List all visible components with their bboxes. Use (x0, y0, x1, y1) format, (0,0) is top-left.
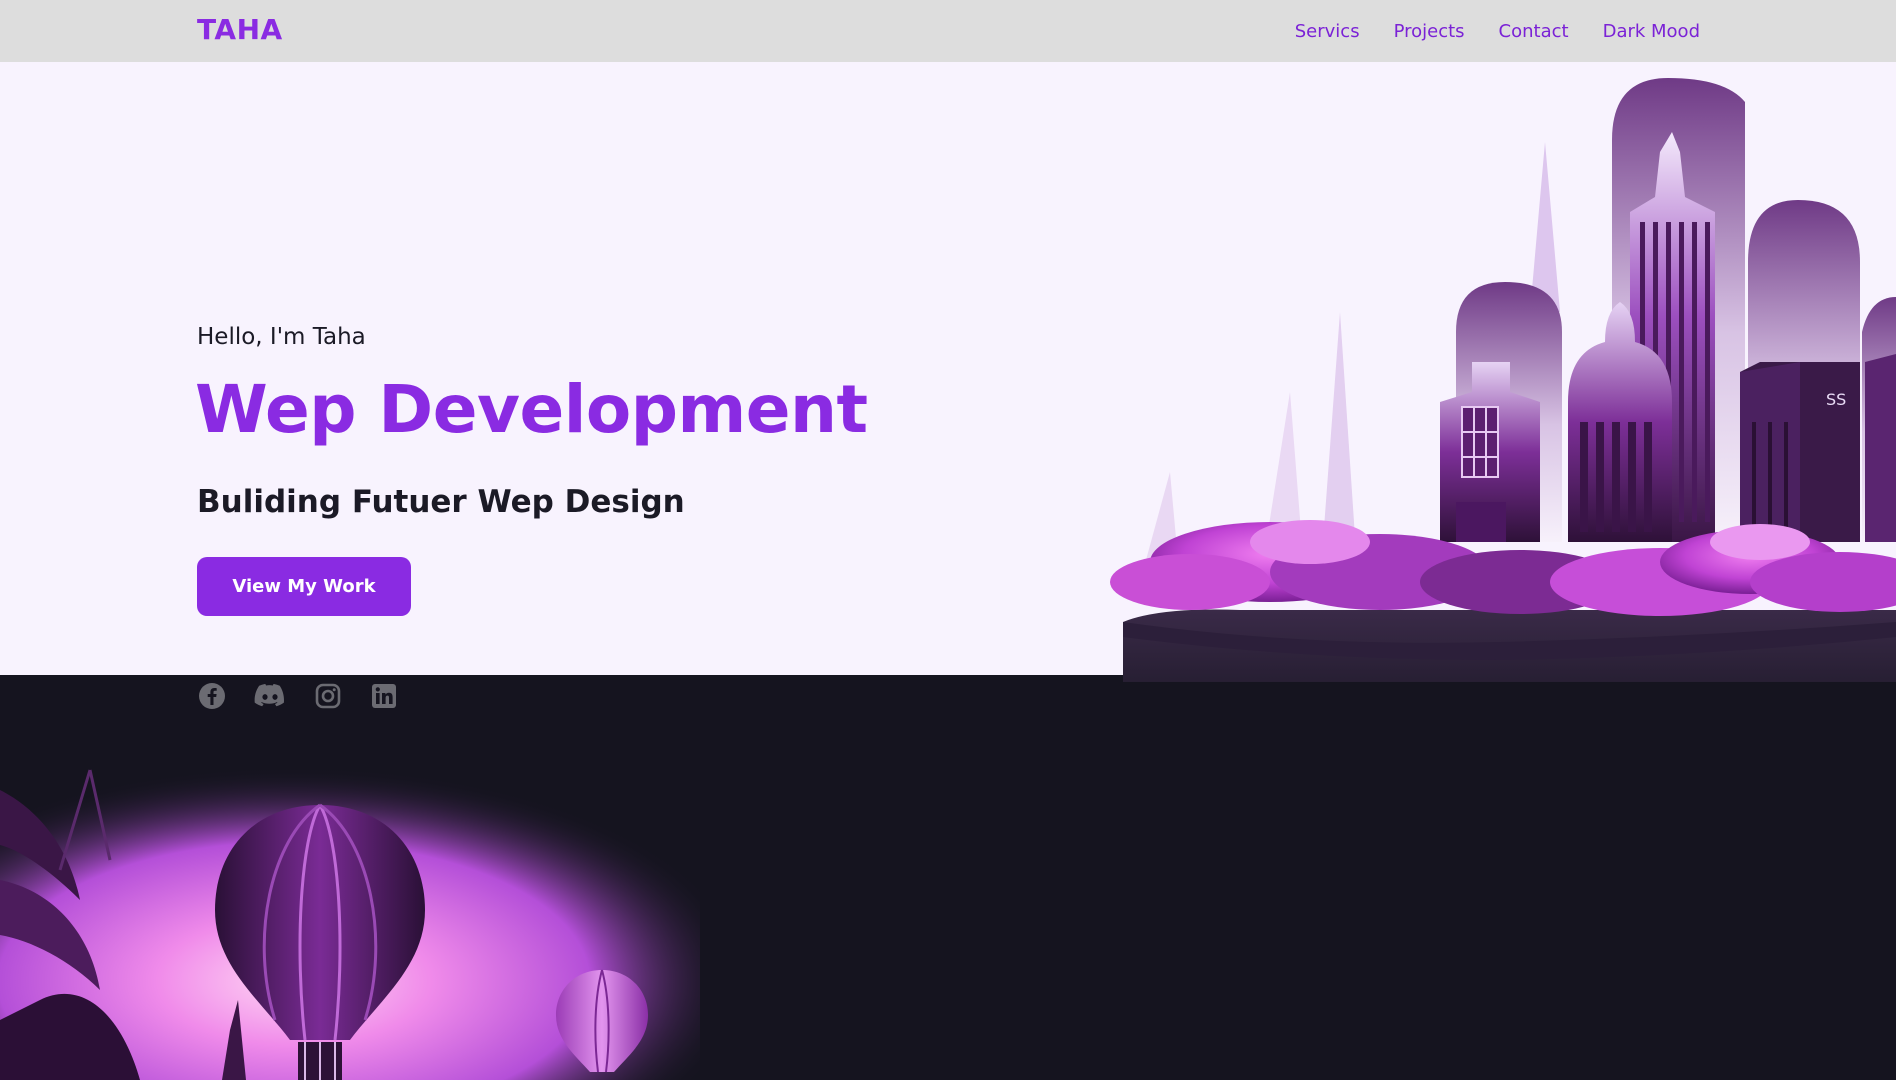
nav-link-contact[interactable]: Contact (1499, 20, 1569, 44)
nav-link-dark-mode[interactable]: Dark Mood (1603, 20, 1700, 44)
view-my-work-button[interactable]: View My Work (197, 557, 411, 616)
facebook-icon[interactable] (197, 682, 227, 710)
nav-link-projects[interactable]: Projects (1394, 20, 1465, 44)
instagram-icon[interactable] (313, 682, 343, 710)
discord-icon[interactable] (253, 682, 287, 710)
balloon-illustration (0, 750, 700, 1080)
navbar: TAHA Servics Projects Contact Dark Mood (0, 0, 1896, 62)
social-links (197, 682, 399, 710)
hero-greeting: Hello, I'm Taha (197, 324, 366, 350)
nav-links: Servics Projects Contact Dark Mood (1295, 20, 1700, 44)
image-label: SS (1826, 390, 1847, 409)
nav-link-services[interactable]: Servics (1295, 20, 1360, 44)
linkedin-icon[interactable] (369, 682, 399, 710)
logo[interactable]: TAHA (197, 13, 283, 46)
hero-title: Wep Development (195, 371, 868, 448)
hero-subtitle: Buliding Futuer Wep Design (197, 484, 685, 520)
city-illustration (1110, 78, 1896, 752)
